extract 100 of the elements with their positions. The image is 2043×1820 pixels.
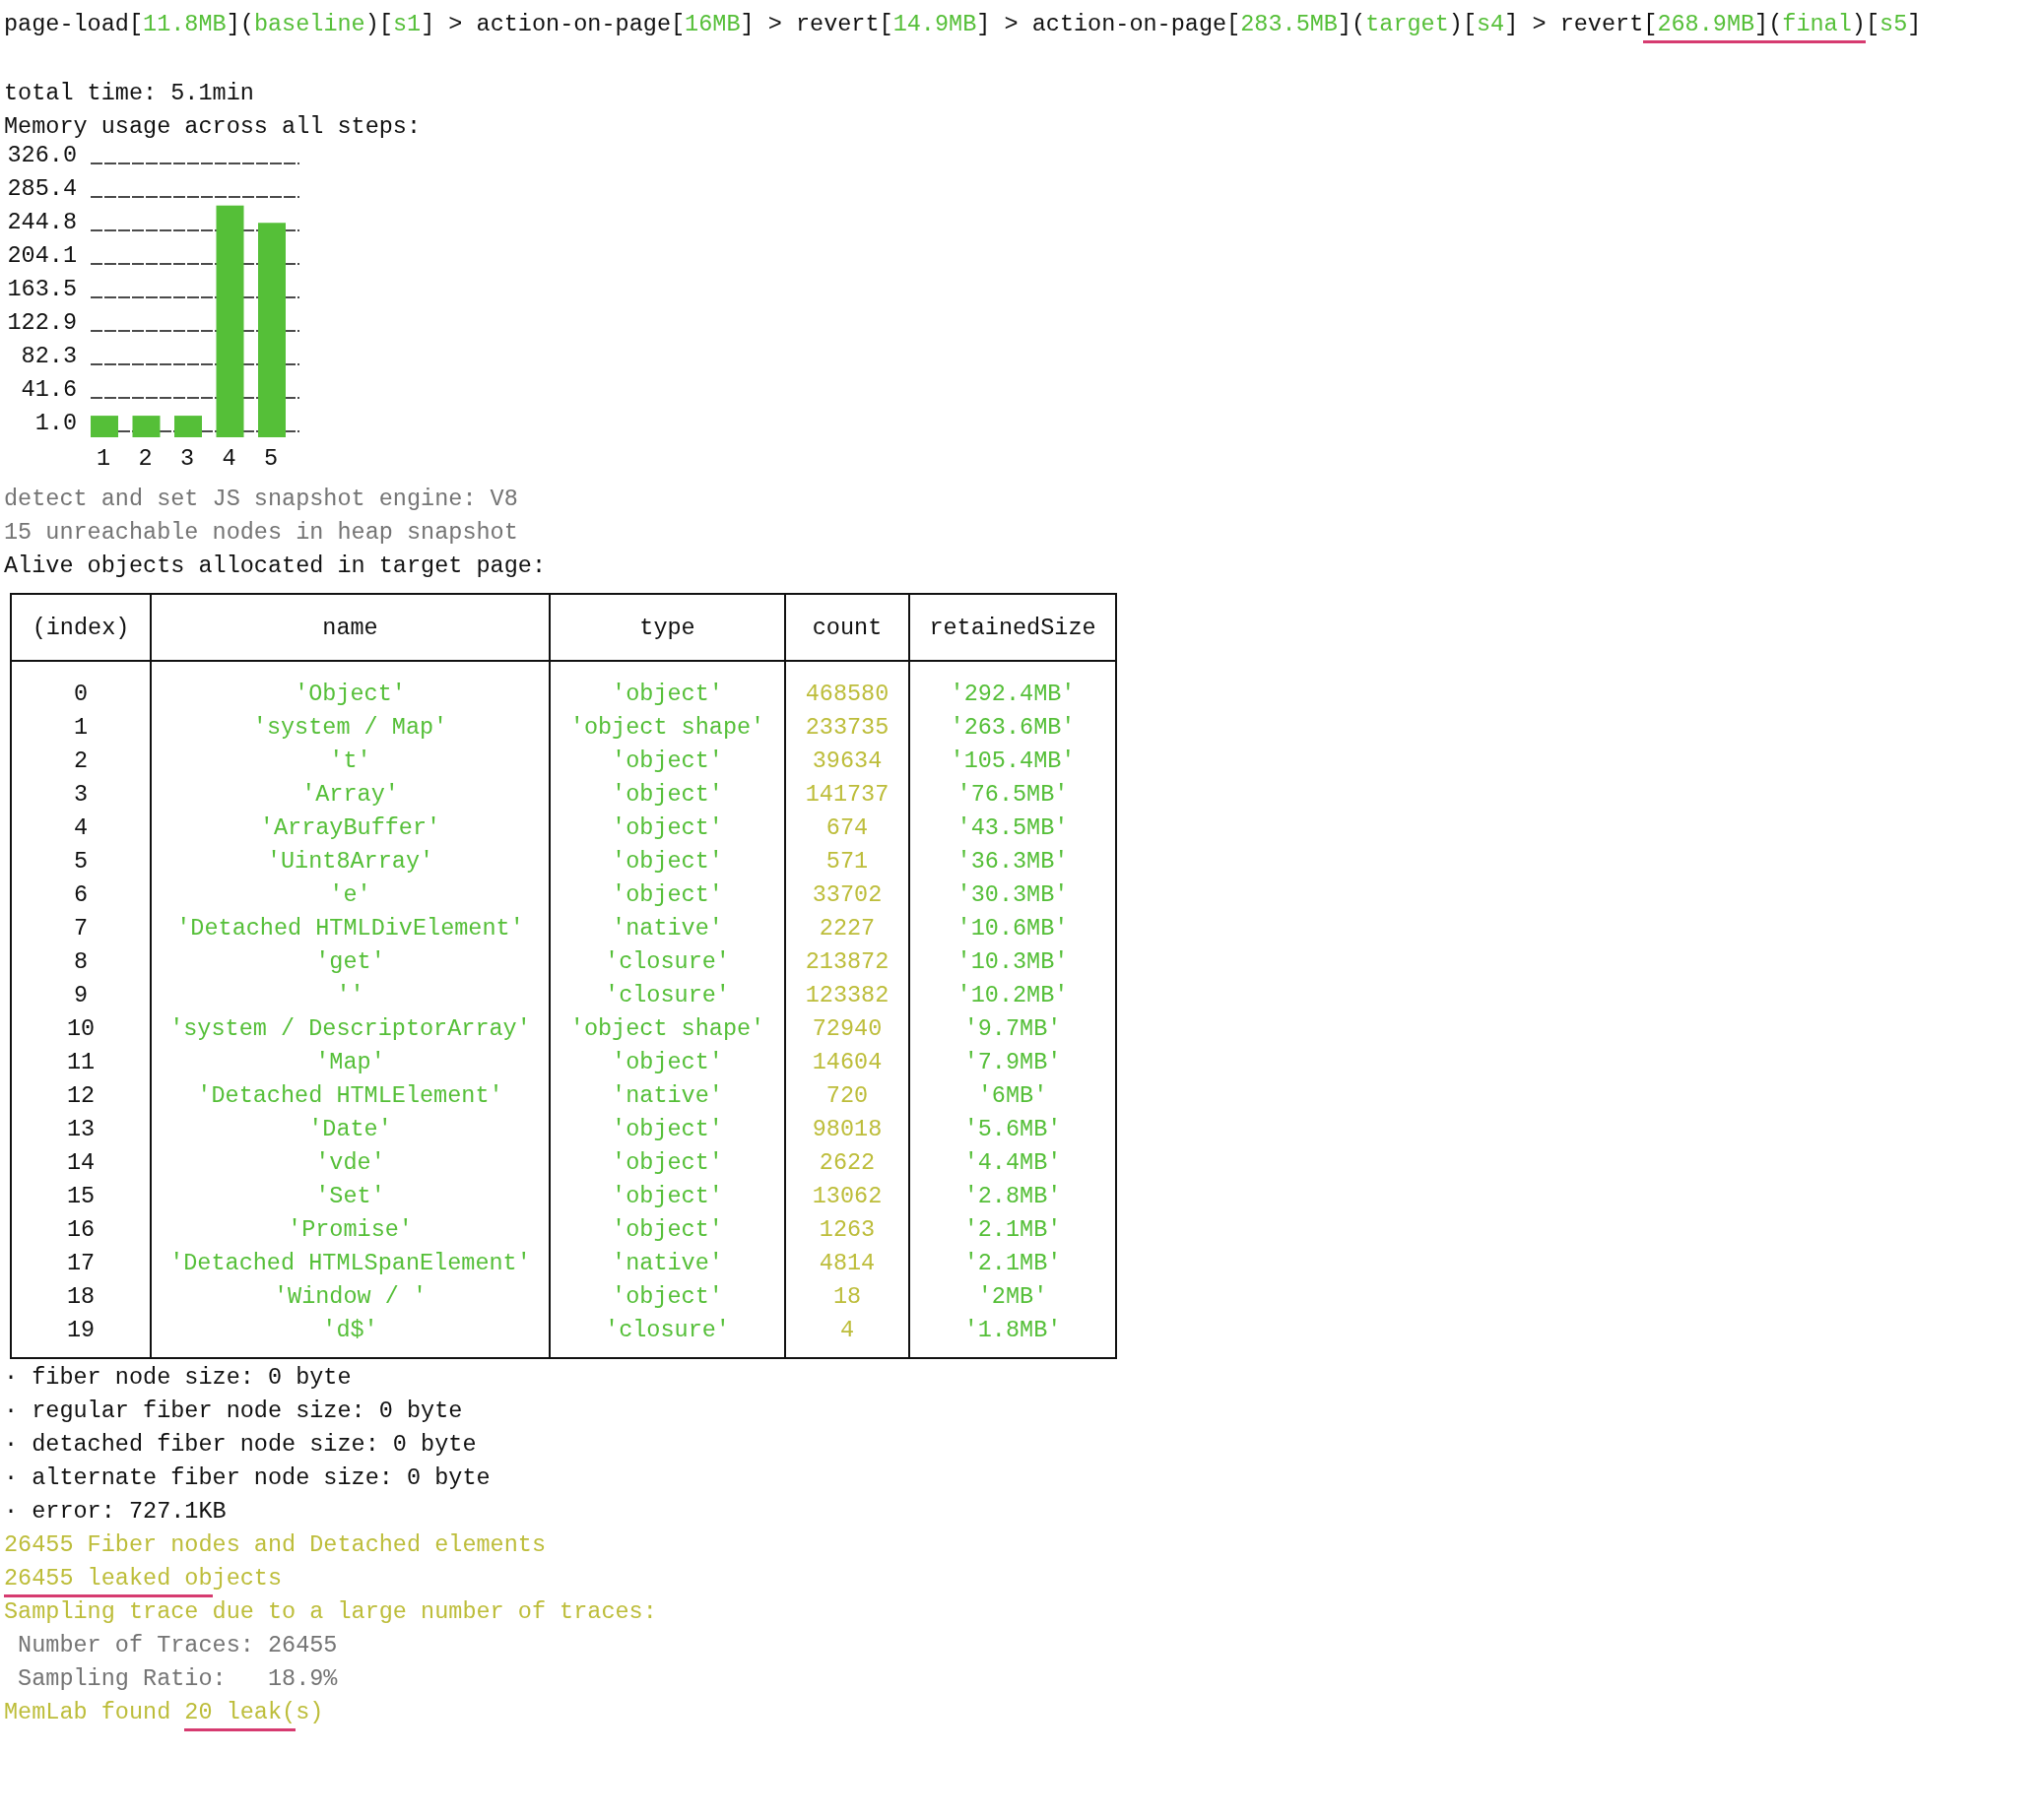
log-line: Sampling trace due to a large number of traces:: [4, 1597, 657, 1627]
table-cell: 571: [785, 845, 909, 878]
table-cell: '1.8MB': [909, 1314, 1116, 1358]
table-cell: 33702: [785, 878, 909, 912]
table-cell: '105.4MB': [909, 745, 1116, 778]
axis-tick-label: 244.8: [7, 208, 77, 235]
table-cell: 98018: [785, 1113, 909, 1146]
table-cell: 'object': [550, 1280, 785, 1314]
table-cell: 4: [11, 812, 151, 845]
table-cell: 'object': [550, 1146, 785, 1180]
table-cell: 123382: [785, 979, 909, 1012]
table-cell: '5.6MB': [909, 1113, 1116, 1146]
log-line: · error: 727.1KB: [4, 1497, 227, 1527]
column-header: type: [550, 594, 785, 661]
table-cell: 4: [785, 1314, 909, 1358]
table-cell: '': [151, 979, 550, 1012]
table-cell: 'Detached HTMLDivElement': [151, 912, 550, 945]
table-cell: 'system / DescriptorArray': [151, 1012, 550, 1046]
axis-tick-label: 122.9: [7, 309, 77, 336]
table-cell: 'object': [550, 1180, 785, 1213]
table-cell: 11: [11, 1046, 151, 1079]
table-cell: 'e': [151, 878, 550, 912]
column-header: (index): [11, 594, 151, 661]
log-line: 26455 leaked objects: [4, 1564, 283, 1597]
table-cell: 141737: [785, 778, 909, 812]
table-cell: 0: [11, 661, 151, 711]
axis-category-label: 2: [138, 445, 153, 472]
table-cell: '10.6MB': [909, 912, 1116, 945]
axis-category-label: 3: [180, 445, 195, 472]
table-cell: 4814: [785, 1247, 909, 1280]
table-cell: 12: [11, 1079, 151, 1113]
table-cell: 'Set': [151, 1180, 550, 1213]
log-line: MemLab found 20 leak(s): [4, 1698, 324, 1731]
table-cell: 72940: [785, 1012, 909, 1046]
table-cell: 19: [11, 1314, 151, 1358]
table-cell: 'object shape': [550, 711, 785, 745]
table-cell: '9.7MB': [909, 1012, 1116, 1046]
axis-tick-label: 82.3: [21, 342, 77, 369]
log-line: Number of Traces: 26455: [17, 1631, 338, 1660]
axis-tick-label: 1.0: [34, 410, 77, 436]
table-cell: '292.4MB': [909, 661, 1116, 711]
table-cell: 5: [11, 845, 151, 878]
table-cell: 'get': [151, 945, 550, 979]
table-cell: 1263: [785, 1213, 909, 1247]
step-summary-line: page-load[11.8MB](baseline)[s1] > action-on-page[16MB] > revert[14.9MB] > action-on-page[283.5MB](target)[s4] > revert[268.9MB](final)[s5]: [4, 10, 1922, 43]
table-cell: 2227: [785, 912, 909, 945]
table-cell: 'Detached HTMLElement': [151, 1079, 550, 1113]
total-time-text: total time: 5.1min: [4, 79, 254, 108]
log-line: 26455 Fiber nodes and Detached elements: [4, 1530, 546, 1560]
table-cell: 39634: [785, 745, 909, 778]
table-cell: 'Detached HTMLSpanElement': [151, 1247, 550, 1280]
table-cell: 16: [11, 1213, 151, 1247]
column-header: retainedSize: [909, 594, 1116, 661]
table-cell: '7.9MB': [909, 1046, 1116, 1079]
table-cell: 6: [11, 878, 151, 912]
table-cell: '263.6MB': [909, 711, 1116, 745]
table-cell: '2.1MB': [909, 1247, 1116, 1280]
table-cell: 14: [11, 1146, 151, 1180]
table-cell: 'object': [550, 878, 785, 912]
table-cell: 14604: [785, 1046, 909, 1079]
table-cell: 'closure': [550, 945, 785, 979]
chart-heading: Memory usage across all steps:: [4, 112, 422, 142]
table-cell: '10.3MB': [909, 945, 1116, 979]
table-cell: 'object': [550, 845, 785, 878]
log-line: · alternate fiber node size: 0 byte: [4, 1463, 491, 1493]
table-cell: '76.5MB': [909, 778, 1116, 812]
axis-tick-label: 41.6: [21, 376, 77, 403]
table-cell: 13062: [785, 1180, 909, 1213]
table-cell: '43.5MB': [909, 812, 1116, 845]
table-cell: 2622: [785, 1146, 909, 1180]
table-cell: 'native': [550, 1247, 785, 1280]
log-line: · regular fiber node size: 0 byte: [4, 1397, 463, 1426]
table-cell: 'Window / ': [151, 1280, 550, 1314]
table-cell: 'd$': [151, 1314, 550, 1358]
column-header: count: [785, 594, 909, 661]
table-cell: 233735: [785, 711, 909, 745]
table-cell: 'Array': [151, 778, 550, 812]
table-cell: 720: [785, 1079, 909, 1113]
table-cell: 'Object': [151, 661, 550, 711]
log-line: · fiber node size: 0 byte: [4, 1363, 352, 1393]
table-cell: '36.3MB': [909, 845, 1116, 878]
table-cell: 'closure': [550, 1314, 785, 1358]
table-cell: 'object': [550, 661, 785, 711]
table-cell: 'native': [550, 912, 785, 945]
table-cell: 'Uint8Array': [151, 845, 550, 878]
log-line: · detached fiber node size: 0 byte: [4, 1430, 477, 1460]
table-cell: 'system / Map': [151, 711, 550, 745]
table-cell: '4.4MB': [909, 1146, 1116, 1180]
table-cell: 468580: [785, 661, 909, 711]
table-cell: 1: [11, 711, 151, 745]
table-cell: 'object': [550, 812, 785, 845]
table-cell: 9: [11, 979, 151, 1012]
table-cell: '2.1MB': [909, 1213, 1116, 1247]
log-line: 15 unreachable nodes in heap snapshot: [4, 518, 518, 548]
table-cell: 'vde': [151, 1146, 550, 1180]
table-cell: 'ArrayBuffer': [151, 812, 550, 845]
table-cell: 15: [11, 1180, 151, 1213]
table-cell: 'object': [550, 1213, 785, 1247]
table-cell: 'object': [550, 778, 785, 812]
table-cell: '2MB': [909, 1280, 1116, 1314]
